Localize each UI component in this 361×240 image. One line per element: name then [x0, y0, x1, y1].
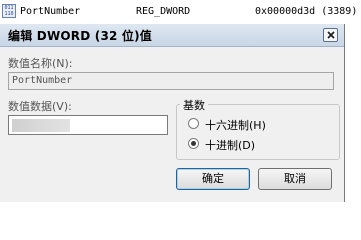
value-name-field[interactable]: PortNumber [8, 72, 334, 90]
radio-decimal[interactable]: 十进制(D) [188, 137, 328, 152]
registry-value-type: REG_DWORD [136, 6, 191, 17]
redacted-value-block [12, 119, 70, 132]
registry-value-data: 0x00000d3d (3389) [255, 6, 358, 17]
registry-value-row[interactable]: 011 110 PortNumber REG_DWORD 0x00000d3d … [0, 0, 361, 24]
registry-value-name: PortNumber [20, 6, 81, 17]
radio-hexadecimal[interactable]: 十六进制(H) [188, 117, 328, 132]
close-icon [327, 31, 335, 39]
close-button[interactable] [323, 28, 338, 42]
value-data-label: 数值数据(V): [8, 100, 72, 113]
dialog-titlebar[interactable]: 编辑 DWORD (32 位)值 [0, 24, 344, 47]
value-name-label: 数值名称(N): [8, 57, 73, 70]
value-data-input[interactable] [8, 115, 168, 135]
dialog-title: 编辑 DWORD (32 位)值 [8, 29, 153, 43]
screen: 011 110 PortNumber REG_DWORD 0x00000d3d … [0, 0, 361, 202]
value-name-text: PortNumber [12, 75, 73, 86]
ok-button[interactable]: 确定 [176, 168, 250, 190]
radio-decimal-circle[interactable] [188, 138, 199, 149]
cancel-button[interactable]: 取消 [258, 168, 332, 190]
radio-decimal-label: 十进制(D) [205, 139, 256, 152]
reg-dword-icon: 011 110 [2, 4, 16, 18]
radio-hex-label: 十六进制(H) [205, 119, 266, 132]
base-group-title: 基数 [180, 97, 208, 113]
radio-hex-circle[interactable] [188, 118, 199, 129]
edit-dword-dialog: 编辑 DWORD (32 位)值 数值名称(N): PortNumber 数值数… [0, 24, 345, 202]
